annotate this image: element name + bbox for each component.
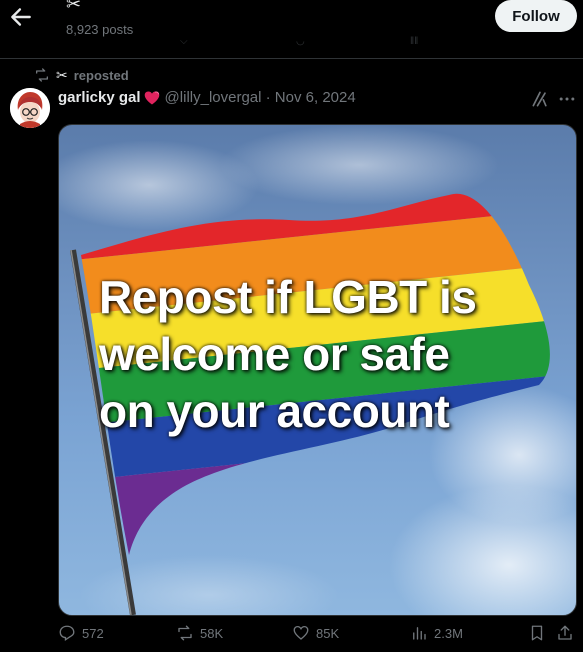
scissors-icon: ✂ xyxy=(56,66,68,83)
faded-like-icon: ◡ xyxy=(296,36,305,47)
repost-button[interactable]: 58K xyxy=(176,624,223,642)
repost-icon xyxy=(36,68,48,82)
divider xyxy=(0,58,583,59)
post-image[interactable]: Repost if LGBT is welcome or safe on you… xyxy=(58,124,577,616)
post-author-line: garlicky gal @lilly_lovergal · Nov 6, 20… xyxy=(58,89,356,106)
share-button[interactable] xyxy=(556,624,574,642)
repost-icon xyxy=(178,625,192,641)
reply-icon xyxy=(59,625,75,642)
repost-banner: ✂ reposted xyxy=(34,66,129,84)
back-arrow-icon[interactable] xyxy=(8,4,34,30)
caption-line-3: on your account xyxy=(99,385,450,437)
handle-and-date[interactable]: @lilly_lovergal · Nov 6, 2024 xyxy=(165,89,356,106)
profile-header: ✂ 8,923 posts Follow ⌵ ◡ ‖‖ xyxy=(0,0,583,58)
reply-button[interactable]: 572 xyxy=(58,624,104,642)
views-icon xyxy=(413,627,426,640)
posts-count: 8,923 posts xyxy=(66,22,134,37)
faded-views-icon: ‖‖ xyxy=(410,36,419,47)
image-caption: Repost if LGBT is welcome or safe on you… xyxy=(99,269,569,440)
faded-reply-icon: ⌵ xyxy=(180,36,188,47)
bookmark-icon xyxy=(531,625,543,641)
grok-icon[interactable] xyxy=(530,89,550,109)
post-actions: 572 58K 85K 2.3M xyxy=(58,624,583,648)
scissors-icon: ✂ xyxy=(66,0,82,14)
follow-button[interactable]: Follow xyxy=(495,0,577,32)
repost-count: 58K xyxy=(200,625,224,641)
reply-count: 572 xyxy=(82,625,104,641)
like-button[interactable]: 85K xyxy=(292,624,339,642)
caption-line-1: Repost if LGBT is xyxy=(99,271,477,323)
like-icon xyxy=(293,625,309,640)
more-icon[interactable] xyxy=(557,89,577,109)
views-count: 2.3M xyxy=(434,625,463,641)
display-name[interactable]: garlicky gal xyxy=(58,89,141,106)
share-icon xyxy=(558,625,572,640)
bookmark-button[interactable] xyxy=(528,624,546,642)
views-button[interactable]: 2.3M xyxy=(410,624,463,642)
caption-line-2: welcome or safe xyxy=(99,328,450,380)
like-count: 85K xyxy=(316,625,340,641)
repost-label[interactable]: reposted xyxy=(74,68,129,83)
heart-icon xyxy=(144,90,159,105)
avatar[interactable] xyxy=(10,88,50,128)
